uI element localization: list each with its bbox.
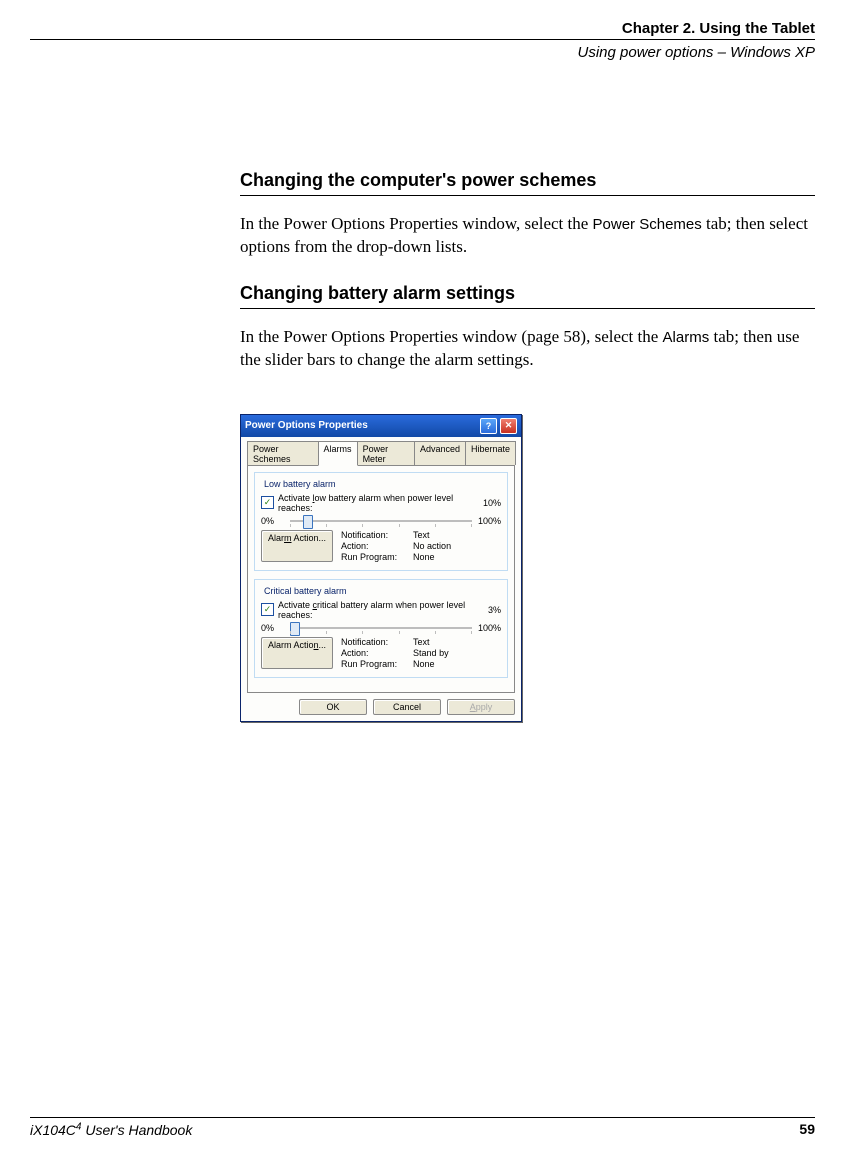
checkbox-low-label: Activate low battery alarm when power le…	[278, 493, 479, 513]
section-title: Using power options – Windows XP	[30, 44, 815, 61]
header-rule	[30, 39, 815, 40]
value: Text	[413, 530, 473, 540]
help-button[interactable]: ?	[480, 418, 497, 434]
power-options-dialog: Power Options Properties ? ✕ Power Schem…	[240, 414, 522, 722]
tab-alarms[interactable]: Alarms	[318, 441, 358, 466]
heading-power-schemes: Changing the computer's power schemes	[240, 170, 815, 195]
text: Alarm Actio	[268, 640, 314, 650]
checkbox-crit[interactable]: ✓	[261, 603, 274, 616]
slider-low-right: 100%	[477, 516, 501, 526]
slider-crit-thumb[interactable]	[290, 622, 300, 636]
value: None	[413, 552, 473, 562]
alarm-action-crit-button[interactable]: Alarm Action...	[261, 637, 333, 669]
slider-low-track[interactable]	[290, 520, 472, 522]
row-crit-action: Alarm Action... Notification: Text Action…	[261, 637, 501, 669]
text: User's Handbook	[81, 1122, 192, 1138]
legend-low-battery: Low battery alarm	[261, 479, 339, 489]
low-value: 10%	[483, 498, 501, 508]
info-crit: Notification: Text Action: Stand by Run Pr…	[341, 637, 473, 669]
titlebar[interactable]: Power Options Properties ? ✕	[241, 415, 521, 437]
dialog-title: Power Options Properties	[245, 420, 368, 431]
info-low: Notification: Text Action: No action Run P…	[341, 530, 473, 562]
row-low-checkbox: ✓ Activate low battery alarm when power …	[261, 493, 501, 513]
alarm-action-low-button[interactable]: Alarm Action...	[261, 530, 333, 562]
row-low-action: Alarm Action... Notification: Text Action…	[261, 530, 501, 562]
label: Notification:	[341, 637, 401, 647]
dialog-body: Power Schemes Alarms Power Meter Advance…	[241, 437, 521, 721]
apply-button[interactable]: Apply	[447, 699, 515, 715]
text: pply	[476, 702, 493, 712]
running-header: Chapter 2. Using the Tablet Using power …	[30, 20, 815, 61]
slider-low: 0% 100%	[261, 516, 501, 526]
value: Stand by	[413, 648, 473, 658]
text: Alar	[268, 533, 284, 543]
heading-rule-1	[240, 195, 815, 196]
footer: iX104C4 User's Handbook 59	[30, 1117, 815, 1138]
legend-critical-battery: Critical battery alarm	[261, 586, 350, 596]
text: Action...	[292, 533, 327, 543]
value: No action	[413, 541, 473, 551]
tab-power-meter[interactable]: Power Meter	[357, 441, 415, 465]
dialog-wrapper: Power Options Properties ? ✕ Power Schem…	[240, 396, 522, 722]
text: Activate	[278, 493, 313, 503]
label: Action:	[341, 541, 401, 551]
fieldset-low-battery: Low battery alarm ✓ Activate low battery…	[254, 472, 508, 571]
tab-advanced[interactable]: Advanced	[414, 441, 466, 465]
ok-button[interactable]: OK	[299, 699, 367, 715]
checkbox-low[interactable]: ✓	[261, 496, 274, 509]
slider-low-thumb[interactable]	[303, 515, 313, 529]
row-crit-checkbox: ✓ Activate critical battery alarm when p…	[261, 600, 501, 620]
checkbox-crit-label: Activate critical battery alarm when pow…	[278, 600, 484, 620]
slider-crit-track[interactable]	[290, 627, 472, 629]
slider-crit-left: 0%	[261, 623, 285, 633]
paragraph-power-schemes: In the Power Options Properties window, …	[240, 213, 815, 259]
close-button[interactable]: ✕	[500, 418, 517, 434]
value: Text	[413, 637, 473, 647]
text-sans: Power Schemes	[593, 216, 702, 233]
text: In the Power Options Properties window, …	[240, 214, 593, 233]
fieldset-critical-battery: Critical battery alarm ✓ Activate critic…	[254, 579, 508, 678]
tab-hibernate[interactable]: Hibernate	[465, 441, 516, 465]
tab-strip: Power Schemes Alarms Power Meter Advance…	[247, 441, 515, 465]
label: Action:	[341, 648, 401, 658]
page: Chapter 2. Using the Tablet Using power …	[0, 0, 845, 1156]
text: iX104C	[30, 1122, 76, 1138]
book-title: iX104C4 User's Handbook	[30, 1122, 192, 1138]
text: Activate	[278, 600, 313, 610]
content: Changing the computer's power schemes In…	[240, 170, 815, 722]
text: In the Power Options Properties window (…	[240, 327, 663, 346]
heading-battery-alarm: Changing battery alarm settings	[240, 283, 815, 308]
text-sans: Alarms	[663, 329, 710, 346]
slider-low-left: 0%	[261, 516, 285, 526]
chapter-title: Chapter 2. Using the Tablet	[30, 20, 815, 37]
text: ...	[319, 640, 327, 650]
cancel-button[interactable]: Cancel	[373, 699, 441, 715]
label: Notification:	[341, 530, 401, 540]
label: Run Program:	[341, 552, 401, 562]
page-number: 59	[799, 1121, 815, 1137]
tab-power-schemes[interactable]: Power Schemes	[247, 441, 319, 465]
heading-rule-2	[240, 308, 815, 309]
crit-value: 3%	[488, 605, 501, 615]
paragraph-battery-alarm: In the Power Options Properties window (…	[240, 326, 815, 372]
dialog-buttons: OK Cancel Apply	[247, 699, 515, 715]
label: Run Program:	[341, 659, 401, 669]
tab-page-alarms: Low battery alarm ✓ Activate low battery…	[247, 465, 515, 693]
slider-crit-right: 100%	[477, 623, 501, 633]
mnemonic: m	[284, 533, 292, 543]
slider-crit: 0% 100%	[261, 623, 501, 633]
value: None	[413, 659, 473, 669]
